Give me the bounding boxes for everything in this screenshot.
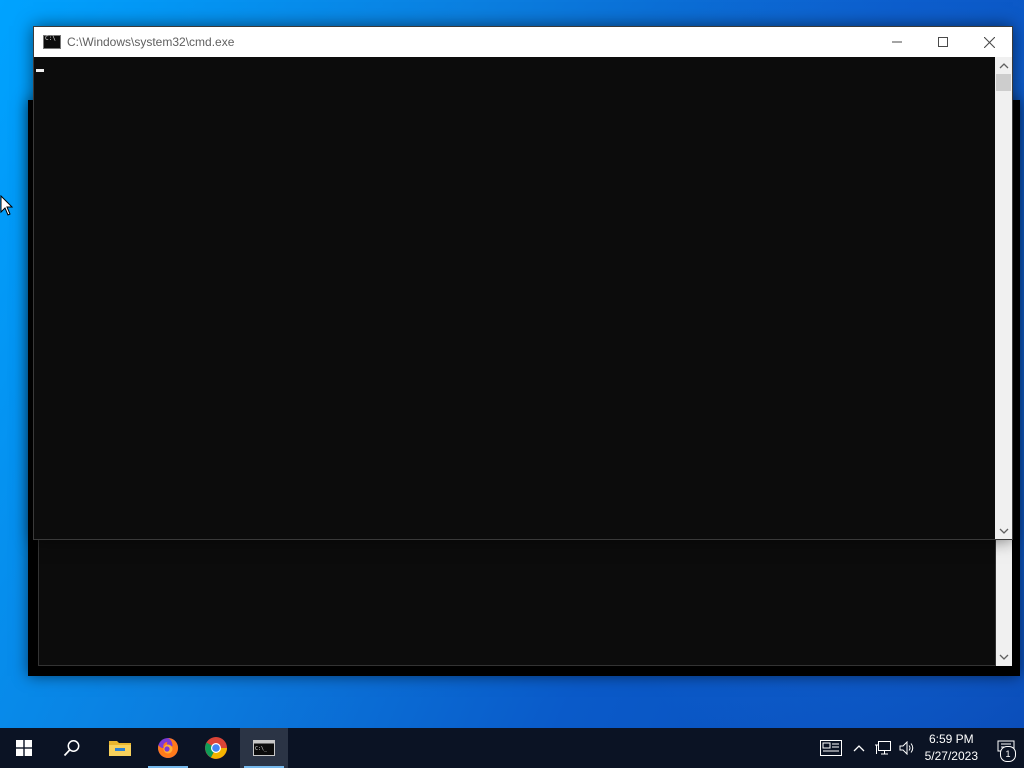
chevron-down-icon	[999, 528, 1008, 534]
svg-text:C:\_: C:\_	[255, 746, 268, 752]
desktop: C:\Windows\system32\cmd.exe	[0, 0, 1024, 728]
window-title: C:\Windows\system32\cmd.exe	[67, 35, 235, 49]
chevron-up-icon	[999, 62, 1008, 68]
news-widget-button[interactable]	[815, 728, 847, 768]
firefox-icon	[158, 737, 179, 758]
background-scroll-down-icon[interactable]	[996, 652, 1012, 664]
search-icon	[63, 740, 80, 757]
taskbar-clock[interactable]: 6:59 PM 5/27/2023	[919, 731, 988, 765]
windows-logo-icon	[16, 740, 32, 756]
show-hidden-icons-button[interactable]	[847, 728, 871, 768]
search-button[interactable]	[48, 728, 96, 768]
title-bar[interactable]: C:\Windows\system32\cmd.exe	[34, 27, 1012, 57]
volume-button[interactable]	[895, 728, 919, 768]
scroll-up-button[interactable]	[995, 57, 1012, 74]
taskbar: C:\_ 6:59 PM 5/27/2023 1	[0, 728, 1024, 768]
close-button[interactable]	[966, 27, 1012, 57]
vertical-scrollbar[interactable]	[995, 57, 1012, 539]
start-button[interactable]	[0, 728, 48, 768]
maximize-button[interactable]	[920, 27, 966, 57]
text-cursor	[36, 69, 44, 72]
system-tray: 6:59 PM 5/27/2023 1	[815, 728, 1024, 768]
network-icon	[874, 741, 891, 755]
maximize-icon	[938, 37, 948, 47]
notification-count-badge: 1	[1000, 746, 1016, 762]
scrollbar-thumb[interactable]	[996, 74, 1011, 91]
cmd-icon: C:\_	[253, 740, 275, 756]
cmd-taskbar-button[interactable]: C:\_	[240, 728, 288, 768]
console-output-area[interactable]	[34, 57, 995, 539]
minimize-button[interactable]	[874, 27, 920, 57]
window-controls	[874, 27, 1012, 57]
cmd-window[interactable]: C:\Windows\system32\cmd.exe	[33, 26, 1013, 540]
clock-time: 6:59 PM	[928, 732, 974, 746]
news-icon	[819, 740, 842, 756]
minimize-icon	[892, 41, 902, 43]
close-icon	[983, 36, 995, 48]
firefox-taskbar-button[interactable]	[144, 728, 192, 768]
speaker-icon	[899, 741, 913, 755]
folder-icon	[109, 741, 131, 756]
chevron-up-icon	[853, 745, 865, 752]
network-button[interactable]	[871, 728, 895, 768]
scroll-down-button[interactable]	[995, 522, 1012, 539]
cmd-app-icon	[43, 35, 61, 49]
chrome-icon	[205, 737, 227, 759]
clock-date: 5/27/2023	[924, 749, 978, 763]
action-center-button[interactable]: 1	[988, 728, 1024, 768]
mouse-pointer-icon	[0, 195, 14, 216]
file-explorer-taskbar-button[interactable]	[96, 728, 144, 768]
chrome-taskbar-button[interactable]	[192, 728, 240, 768]
